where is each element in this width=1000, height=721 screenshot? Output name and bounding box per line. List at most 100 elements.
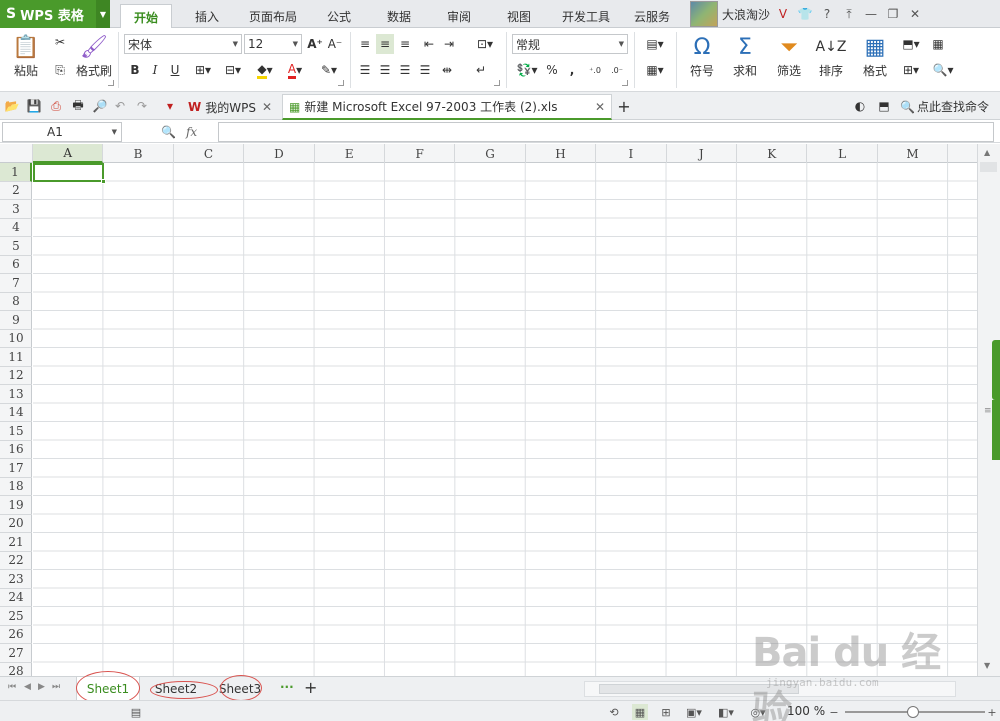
split-grip-icon[interactable]: ≡ bbox=[984, 406, 992, 416]
clipboard-dialog-launcher[interactable] bbox=[108, 80, 114, 86]
font-color-icon[interactable]: A ▾ bbox=[282, 60, 308, 80]
row-header[interactable]: 20 bbox=[0, 515, 32, 533]
column-header[interactable]: F bbox=[385, 144, 456, 163]
more-sheets-icon[interactable]: ··· bbox=[280, 680, 294, 694]
borders-icon[interactable]: ⊞▾ bbox=[190, 60, 216, 80]
row-header[interactable]: 1 bbox=[0, 163, 32, 182]
column-header[interactable]: D bbox=[244, 144, 315, 163]
align-bottom-icon[interactable]: ≡ bbox=[396, 34, 414, 54]
close-icon[interactable]: ✕ bbox=[262, 100, 272, 114]
column-header[interactable]: C bbox=[174, 144, 245, 163]
align-middle-icon[interactable]: ≡ bbox=[376, 34, 394, 54]
row-header[interactable]: 15 bbox=[0, 422, 32, 441]
next-sheet-icon[interactable]: ▶ bbox=[38, 682, 45, 692]
app-menu-dropdown-icon[interactable]: ▼ bbox=[96, 0, 110, 28]
normal-view-icon[interactable]: ▦ bbox=[632, 704, 648, 720]
column-header[interactable]: A bbox=[33, 144, 104, 163]
minimize-icon[interactable]: — bbox=[862, 5, 880, 23]
format-button[interactable]: ▦ 格式 bbox=[854, 32, 896, 79]
cell-style-icon[interactable]: ▦▾ bbox=[640, 60, 670, 80]
zoom-level[interactable]: 100 % bbox=[787, 704, 825, 718]
increase-indent-icon[interactable]: ⇥ bbox=[440, 34, 458, 54]
fx-icon[interactable]: fx bbox=[186, 125, 197, 139]
zoom-in-icon[interactable]: + bbox=[984, 704, 1000, 720]
tab-developer[interactable]: 开发工具 bbox=[556, 4, 616, 28]
percent-button[interactable]: % bbox=[544, 60, 560, 80]
format-painter-button[interactable]: 🖌 格式刷 bbox=[74, 32, 114, 79]
customize-dropdown-icon[interactable]: ▾ bbox=[162, 98, 178, 114]
search-commands[interactable]: 🔍 点此查找命令 bbox=[900, 98, 989, 115]
row-header[interactable]: 19 bbox=[0, 496, 32, 515]
save-icon[interactable]: 💾 bbox=[26, 98, 42, 114]
row-header[interactable]: 14 bbox=[0, 404, 32, 422]
avatar[interactable] bbox=[690, 1, 718, 27]
align-left-icon[interactable]: ☰ bbox=[356, 60, 374, 80]
undo-icon[interactable]: ↶ bbox=[112, 98, 128, 114]
worksheet-icon[interactable]: ▦ bbox=[928, 34, 948, 54]
row-header[interactable]: 2 bbox=[0, 182, 32, 200]
zoom-slider[interactable] bbox=[845, 706, 985, 718]
tab-formulas[interactable]: 公式 bbox=[318, 4, 360, 28]
row-header[interactable]: 7 bbox=[0, 274, 32, 293]
row-header[interactable]: 5 bbox=[0, 237, 32, 256]
wrap-text-icon[interactable]: ↵ bbox=[470, 60, 492, 80]
column-header[interactable]: B bbox=[103, 144, 174, 163]
row-header[interactable]: 27 bbox=[0, 644, 32, 663]
first-sheet-icon[interactable]: ⏮ bbox=[8, 682, 16, 692]
close-icon[interactable]: ✕ bbox=[906, 5, 924, 23]
name-box[interactable]: A1 ▼ bbox=[2, 122, 122, 142]
help-icon[interactable]: ? bbox=[818, 5, 836, 23]
row-col-icon[interactable]: ⬒▾ bbox=[898, 34, 924, 54]
number-dialog-launcher[interactable] bbox=[622, 80, 628, 86]
align-right-icon[interactable]: ☰ bbox=[396, 60, 414, 80]
font-name-select[interactable]: 宋体 ▼ bbox=[124, 34, 242, 54]
restore-icon[interactable]: ❐ bbox=[884, 5, 902, 23]
row-header[interactable]: 26 bbox=[0, 626, 32, 644]
freeze-panes-icon[interactable]: ⊞▾ bbox=[898, 60, 924, 80]
scroll-thumb[interactable] bbox=[980, 162, 997, 172]
cells-area[interactable] bbox=[33, 163, 977, 676]
symbol-button[interactable]: Ω 符号 bbox=[682, 32, 722, 79]
scroll-down-icon[interactable]: ▼ bbox=[984, 661, 990, 670]
table-style-icon[interactable]: ▤▾ bbox=[640, 34, 670, 54]
backup-icon[interactable]: ⟲ bbox=[606, 704, 622, 720]
close-icon[interactable]: ✕ bbox=[595, 100, 605, 114]
cut-icon[interactable]: ✂ bbox=[50, 32, 70, 52]
redo-icon[interactable]: ↷ bbox=[134, 98, 150, 114]
sum-button[interactable]: Σ 求和 bbox=[724, 32, 766, 79]
column-header[interactable]: L bbox=[807, 144, 878, 163]
decrease-font-icon[interactable]: A⁻ bbox=[326, 34, 344, 54]
row-header[interactable]: 18 bbox=[0, 478, 32, 496]
layout-view-icon[interactable]: ▣▾ bbox=[686, 704, 702, 720]
ribbon-collapse-icon[interactable]: ⤒ bbox=[840, 5, 858, 23]
select-all-corner[interactable] bbox=[0, 144, 33, 163]
align-top-icon[interactable]: ≡ bbox=[356, 34, 374, 54]
merge-cells-icon[interactable]: ⊟▾ bbox=[220, 60, 246, 80]
distributed-align-icon[interactable]: ⇹ bbox=[436, 60, 458, 80]
selected-cell[interactable] bbox=[33, 163, 106, 184]
increase-decimal-icon[interactable]: ⁺.0 bbox=[586, 60, 604, 80]
column-header[interactable]: J bbox=[667, 144, 737, 163]
row-header[interactable]: 28 bbox=[0, 663, 32, 676]
worksheet-grid[interactable]: ABCDEFGHIJKLM 1 2 3 4 5 6 7 8 9 10 11 12 13 14 15 16 17 1… bbox=[0, 144, 977, 676]
tab-review[interactable]: 审阅 bbox=[438, 4, 480, 28]
pin-icon[interactable]: ⬒ bbox=[876, 98, 892, 114]
row-header[interactable]: 22 bbox=[0, 552, 32, 570]
row-header[interactable]: 16 bbox=[0, 441, 32, 459]
minimize-ribbon-icon[interactable]: ◐ bbox=[852, 98, 868, 114]
copy-icon[interactable]: ⎘ bbox=[50, 60, 70, 80]
row-header[interactable]: 10 bbox=[0, 330, 32, 348]
zoom-knob[interactable] bbox=[907, 706, 919, 718]
decrease-decimal-icon[interactable]: .0⁻ bbox=[608, 60, 626, 80]
underline-button[interactable]: U bbox=[166, 60, 184, 80]
tab-page-layout[interactable]: 页面布局 bbox=[242, 4, 304, 28]
column-header[interactable]: M bbox=[878, 144, 949, 163]
row-header[interactable]: 21 bbox=[0, 533, 32, 552]
print-preview-icon[interactable]: 🔎 bbox=[92, 98, 108, 114]
user-name[interactable]: 大浪淘沙 bbox=[722, 6, 770, 23]
row-header[interactable]: 3 bbox=[0, 200, 32, 219]
row-header[interactable]: 6 bbox=[0, 256, 32, 274]
column-header[interactable]: H bbox=[526, 144, 597, 163]
vip-icon[interactable]: V bbox=[774, 5, 792, 23]
prev-sheet-icon[interactable]: ◀ bbox=[24, 682, 31, 692]
